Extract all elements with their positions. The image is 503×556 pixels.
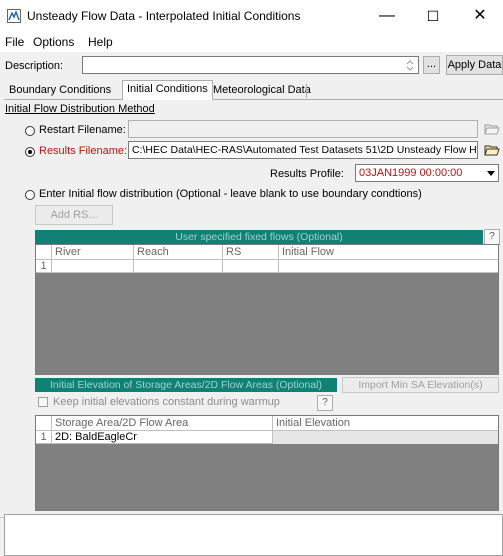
river-cell[interactable]: [52, 260, 134, 273]
column-header: Storage Area/2D Flow Area: [52, 416, 273, 430]
import-min-sa-button[interactable]: Import Min SA Elevation(s): [342, 377, 499, 393]
storage-help-button[interactable]: ?: [317, 395, 333, 411]
tab-meteorological-data[interactable]: Meteorological Data: [209, 82, 315, 100]
restart-filename-input[interactable]: [128, 120, 478, 138]
spin-icon[interactable]: [406, 60, 414, 71]
results-filename-input[interactable]: C:\HEC Data\HEC-RAS\Automated Test Datas…: [128, 141, 478, 159]
title-bar: Unsteady Flow Data - Interpolated Initia…: [0, 0, 503, 32]
maximize-button[interactable]: ☐: [410, 0, 456, 32]
menu-options[interactable]: Options: [33, 35, 74, 49]
fixed-flows-header: User specified fixed flows (Optional): [35, 230, 483, 244]
column-header: Initial Elevation: [276, 417, 350, 429]
app-icon: [7, 9, 21, 23]
initial-flow-cell[interactable]: [279, 260, 498, 273]
keep-constant-checkbox[interactable]: [38, 397, 48, 407]
results-radio[interactable]: [25, 147, 35, 157]
menu-file[interactable]: File: [5, 35, 24, 49]
column-header: Initial Flow: [282, 246, 334, 258]
row-number: 1: [36, 260, 52, 273]
menu-bar: File Options Help: [0, 32, 503, 52]
minimize-button[interactable]: —: [364, 0, 410, 32]
storage-area-cell[interactable]: 2D: BaldEagleCr: [52, 431, 273, 444]
menu-help[interactable]: Help: [88, 35, 113, 49]
row-number-header: [36, 416, 52, 430]
reach-cell[interactable]: [134, 260, 223, 273]
table-row[interactable]: 1 2D: BaldEagleCr: [36, 431, 498, 444]
description-label: Description:: [5, 60, 64, 72]
results-profile-select[interactable]: 03JAN1999 00:00:00: [355, 164, 499, 182]
keep-constant-label: Keep initial elevations constant during …: [53, 396, 280, 408]
initial-elevation-cell[interactable]: [273, 431, 498, 444]
add-rs-button[interactable]: Add RS...: [35, 205, 113, 225]
column-header: Reach: [134, 245, 223, 259]
column-header: RS: [223, 245, 279, 259]
initial-flow-method-label: Initial Flow Distribution Method: [5, 103, 155, 115]
enter-flows-radio[interactable]: [25, 190, 35, 200]
message-pane: [4, 514, 503, 556]
rs-cell[interactable]: [223, 260, 279, 273]
table-header: River Reach RS Initial Flow: [36, 245, 498, 260]
description-input[interactable]: [82, 56, 419, 74]
chevron-down-icon: [487, 171, 495, 176]
window-title: Unsteady Flow Data - Interpolated Initia…: [27, 9, 301, 23]
row-number-header: [36, 245, 52, 259]
tab-separator: [306, 84, 307, 98]
folder-open-icon[interactable]: [484, 143, 500, 157]
table-row[interactable]: 1: [36, 260, 498, 273]
column-header: River: [52, 245, 134, 259]
folder-open-icon[interactable]: [484, 122, 500, 136]
restart-label: Restart Filename:: [39, 124, 126, 136]
results-label: Results Filename:: [39, 145, 128, 157]
storage-elevation-header: Initial Elevation of Storage Areas/2D Fl…: [35, 378, 337, 392]
enter-flows-label: Enter Initial flow distribution (Optiona…: [39, 188, 422, 200]
results-profile-label: Results Profile:: [270, 168, 344, 180]
fixed-flows-table: River Reach RS Initial Flow 1: [35, 244, 499, 375]
storage-areas-table: Storage Area/2D Flow Area Initial Elevat…: [35, 415, 499, 511]
tab-boundary-conditions[interactable]: Boundary Conditions: [5, 82, 115, 100]
description-browse-button[interactable]: ...: [423, 56, 440, 74]
restart-radio[interactable]: [25, 126, 35, 136]
fixed-flows-help-button[interactable]: ?: [484, 229, 500, 245]
table-header: Storage Area/2D Flow Area Initial Elevat…: [36, 416, 498, 431]
apply-data-button[interactable]: Apply Data: [446, 55, 503, 75]
tab-initial-conditions[interactable]: Initial Conditions: [122, 80, 213, 100]
row-number: 1: [36, 431, 52, 444]
close-button[interactable]: ✕: [457, 0, 503, 32]
